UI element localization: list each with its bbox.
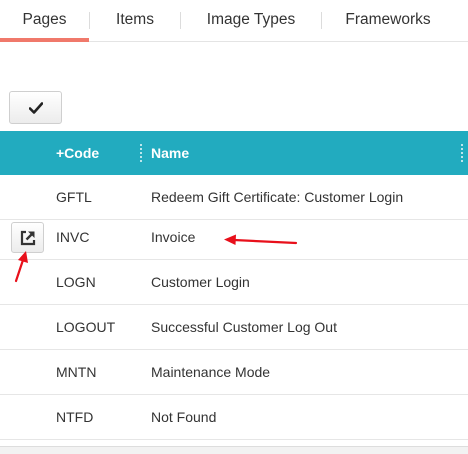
column-header-name[interactable]: Name [151,131,189,175]
row-name: Redeem Gift Certificate: Customer Login [151,189,404,205]
row-name: Not Found [151,409,217,425]
table-row[interactable]: GFTL Redeem Gift Certificate: Customer L… [0,175,468,220]
row-code: INVC [56,229,90,245]
checkmark-icon [29,102,43,114]
table-row[interactable]: NTFD Not Found [0,395,468,440]
row-code: LOGOUT [56,319,116,335]
row-name: Successful Customer Log Out [151,319,337,335]
row-name: Invoice [151,229,196,245]
confirm-button[interactable] [9,91,62,124]
tab-frameworks[interactable]: Frameworks [322,0,454,42]
tab-bar: Pages Items Image Types Frameworks [0,0,468,42]
row-code: LOGN [56,274,96,290]
table-row[interactable]: LOGOUT Successful Customer Log Out [0,305,468,350]
column-resize-handle[interactable] [140,144,142,162]
column-header-code[interactable]: +Code [56,131,99,175]
row-code: NTFD [56,409,94,425]
open-external-button[interactable] [11,222,44,253]
table-row[interactable]: INVC Invoice [0,215,468,260]
grid-header: +Code Name [0,131,468,175]
row-name: Maintenance Mode [151,364,271,380]
row-name: Customer Login [151,274,250,290]
horizontal-scrollbar[interactable] [0,446,468,454]
tab-pages[interactable]: Pages [0,0,89,42]
open-external-icon [20,230,36,246]
row-code: GFTL [56,189,92,205]
tab-items[interactable]: Items [90,0,180,42]
column-resize-handle[interactable] [461,144,463,162]
row-code: MNTN [56,364,97,380]
table-row[interactable]: MNTN Maintenance Mode [0,350,468,395]
tab-image-types[interactable]: Image Types [181,0,321,42]
table-row[interactable]: LOGN Customer Login [0,260,468,305]
